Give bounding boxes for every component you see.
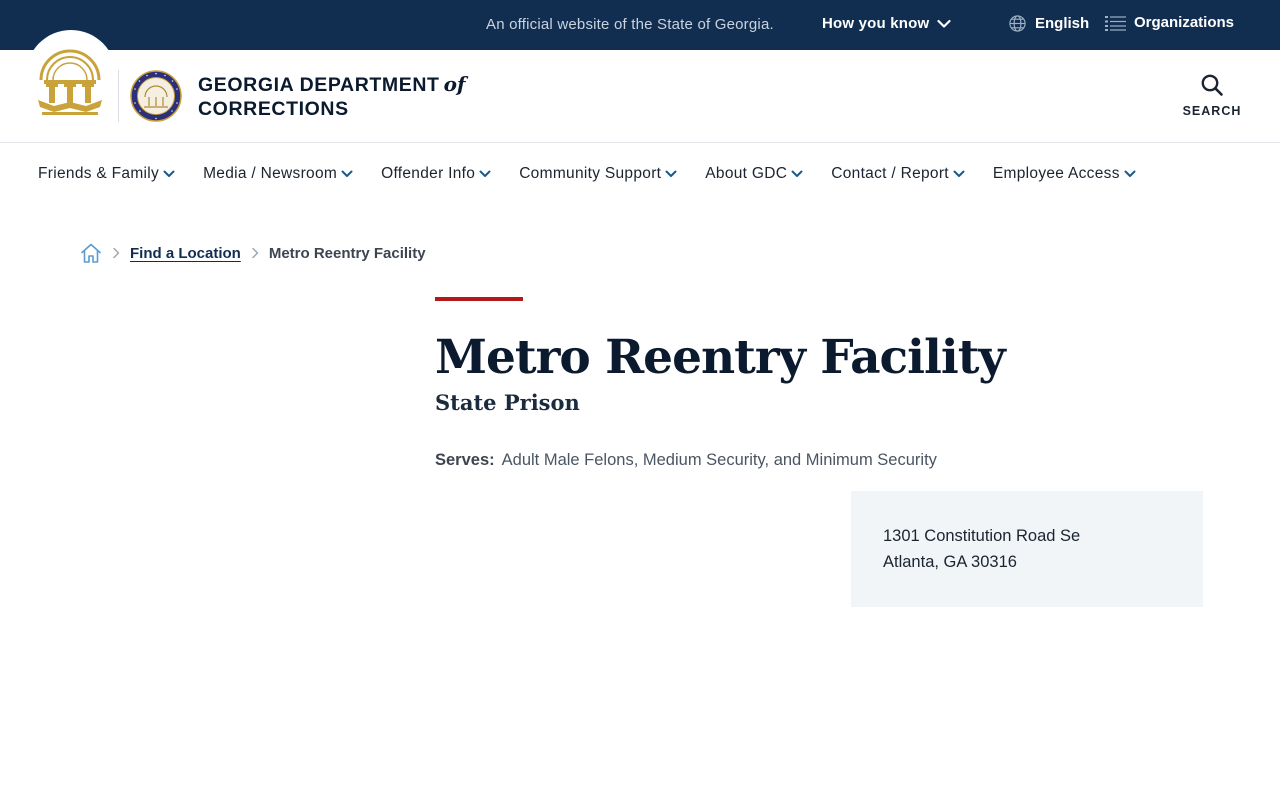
chevron-down-icon <box>937 19 952 28</box>
how-you-know-toggle[interactable]: How you know <box>822 15 952 32</box>
language-selector[interactable]: English <box>1008 14 1089 33</box>
official-banner: An official website of the State of Geor… <box>0 0 1280 50</box>
title-accent-rule <box>435 297 523 301</box>
address-line-2: Atlanta, GA 30316 <box>883 553 1017 571</box>
nav-item-label: Friends & Family <box>38 165 160 182</box>
chevron-down-icon <box>953 170 965 177</box>
nav-item-employee-access[interactable]: Employee Access <box>993 165 1136 183</box>
georgia-state-seal-logo[interactable] <box>36 40 104 116</box>
nav-item-label: Media / Newsroom <box>203 165 338 182</box>
agency-name-of: of <box>443 72 466 96</box>
nav-item-media-newsroom[interactable]: Media / Newsroom <box>203 165 353 183</box>
search-label: SEARCH <box>1182 104 1242 118</box>
serves-line: Serves: Adult Male Felons, Medium Securi… <box>435 451 937 470</box>
nav-item-friends-family[interactable]: Friends & Family <box>38 165 175 183</box>
nav-item-about-gdc[interactable]: About GDC <box>705 165 803 183</box>
breadcrumb: Find a Location Metro Reentry Facility <box>80 240 426 266</box>
how-you-know-label: How you know <box>822 15 930 32</box>
gdc-department-seal-logo[interactable] <box>130 70 182 122</box>
chevron-down-icon <box>341 170 353 177</box>
nav-item-contact-report[interactable]: Contact / Report <box>831 165 965 183</box>
list-icon <box>1105 15 1126 31</box>
chevron-right-icon <box>252 247 259 259</box>
globe-icon <box>1009 15 1026 32</box>
nav-item-offender-info[interactable]: Offender Info <box>381 165 491 183</box>
page-subtitle: State Prison <box>435 390 580 415</box>
address-line-1: 1301 Constitution Road Se <box>883 527 1081 545</box>
search-icon <box>1201 74 1223 96</box>
site-header <box>0 50 1280 143</box>
home-icon[interactable] <box>80 242 102 264</box>
breadcrumb-current: Metro Reentry Facility <box>268 244 426 262</box>
chevron-down-icon <box>163 170 175 177</box>
serves-value: Adult Male Felons, Medium Security, and … <box>501 451 937 469</box>
page-title: Metro Reentry Facility <box>435 330 1006 385</box>
nav-item-community-support[interactable]: Community Support <box>519 165 677 183</box>
nav-item-label: Employee Access <box>992 165 1120 182</box>
nav-item-label: About GDC <box>705 165 788 182</box>
agency-name-line2: CORRECTIONS <box>198 98 349 120</box>
chevron-down-icon <box>1124 170 1136 177</box>
organizations-label: Organizations <box>1134 14 1235 31</box>
organizations-menu[interactable]: Organizations <box>1105 14 1234 31</box>
nav-item-label: Offender Info <box>381 165 476 182</box>
language-label: English <box>1035 15 1090 32</box>
chevron-right-icon <box>113 247 120 259</box>
agency-name-link[interactable]: GEORGIA DEPARTMENT of CORRECTIONS <box>198 72 466 121</box>
breadcrumb-link-find-location[interactable]: Find a Location <box>130 245 241 262</box>
nav-item-label: Community Support <box>519 165 662 182</box>
search-button[interactable]: SEARCH <box>1176 73 1248 123</box>
address-card: 1301 Constitution Road Se Atlanta, GA 30… <box>851 491 1203 607</box>
main-navigation: Friends & Family Media / Newsroom Offend… <box>38 163 1136 185</box>
chevron-down-icon <box>665 170 677 177</box>
official-site-text: An official website of the State of Geor… <box>486 16 774 33</box>
logo-divider <box>118 70 119 122</box>
agency-name-line1: GEORGIA DEPARTMENT <box>198 74 440 96</box>
nav-item-label: Contact / Report <box>831 165 949 182</box>
serves-label: Serves: <box>435 451 495 469</box>
chevron-down-icon <box>791 170 803 177</box>
chevron-down-icon <box>479 170 491 177</box>
